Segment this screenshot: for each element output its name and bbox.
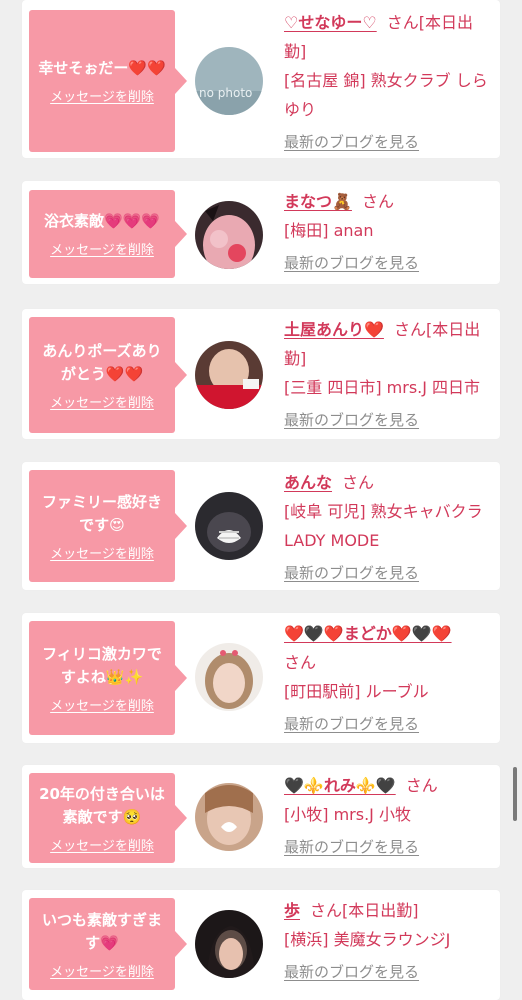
delete-message-link[interactable]: メッセージを削除 bbox=[50, 961, 154, 980]
avatar-photo bbox=[195, 783, 263, 851]
user-info: ❤️🖤❤️まどか❤️🖤❤️ さん [町田駅前] ルーブル 最新のブログを見る bbox=[284, 619, 492, 739]
user-info: ♡せなゆー♡ さん[本日出勤] [名古屋 錦] 熟女クラブ しらゆり 最新のブログ… bbox=[284, 8, 492, 157]
user-info: まなつ🧸 さん [梅田] anan 最新のブログを見る bbox=[284, 187, 492, 278]
honorific: さん bbox=[393, 320, 426, 339]
user-name-link[interactable]: あんな bbox=[284, 473, 332, 492]
list-item: 20年の付き合いは素敵です🥺 メッセージを削除 🖤⚜️れみ⚜️🖤 さん [小牧] … bbox=[22, 765, 500, 868]
blog-link[interactable]: 最新のブログを見る bbox=[284, 559, 419, 588]
honorific: さん bbox=[284, 653, 317, 672]
message-text: いつも素敵すぎます💗 bbox=[41, 910, 162, 952]
user-info: 歩さん[本日出勤] [横浜] 美魔女ラウンジJ 最新のブログを見る bbox=[284, 896, 492, 987]
delete-message-link[interactable]: メッセージを削除 bbox=[50, 239, 154, 258]
message-bubble: 20年の付き合いは素敵です🥺 メッセージを削除 bbox=[29, 773, 187, 863]
message-bubble: 浴衣素敵💗💗💗 メッセージを削除 bbox=[29, 190, 187, 278]
avatar[interactable] bbox=[195, 643, 263, 711]
avatar[interactable] bbox=[195, 910, 263, 978]
user-name-link[interactable]: ♡せなゆー♡ bbox=[284, 13, 377, 32]
no-photo-image: no photo bbox=[195, 47, 263, 115]
user-name-link[interactable]: まなつ🧸 bbox=[284, 192, 352, 211]
message-text: 20年の付き合いは素敵です🥺 bbox=[39, 784, 165, 826]
message-bubble: ファミリー感好きです😍 メッセージを削除 bbox=[29, 470, 187, 582]
avatar-photo bbox=[195, 201, 263, 269]
message-bubble: いつも素敵すぎます💗 メッセージを削除 bbox=[29, 898, 187, 990]
list-item: ファミリー感好きです😍 メッセージを削除 あんな さん [岐阜 可児] 熟女キャバ… bbox=[22, 462, 500, 590]
avatar-photo bbox=[195, 492, 263, 560]
scrollbar[interactable] bbox=[513, 767, 517, 821]
avatar-photo bbox=[195, 910, 263, 978]
avatar[interactable] bbox=[195, 492, 263, 560]
honorific: さん bbox=[405, 776, 438, 795]
honorific: さん bbox=[361, 192, 394, 211]
honorific: さん bbox=[310, 901, 343, 920]
shop-name: [岐阜 可児] 熟女キャバクラ LADY MODE bbox=[284, 502, 483, 550]
blog-link[interactable]: 最新のブログを見る bbox=[284, 249, 419, 278]
avatar[interactable]: no photo bbox=[195, 47, 263, 115]
message-text: 浴衣素敵💗💗💗 bbox=[43, 212, 161, 230]
status-tag: [本日出勤] bbox=[342, 901, 419, 920]
delete-message-link[interactable]: メッセージを削除 bbox=[50, 543, 154, 562]
message-bubble: フィリコ激カワですよね👑✨ メッセージを削除 bbox=[29, 621, 187, 735]
blog-link[interactable]: 最新のブログを見る bbox=[284, 710, 419, 739]
delete-message-link[interactable]: メッセージを削除 bbox=[50, 392, 154, 411]
avatar[interactable] bbox=[195, 341, 263, 409]
delete-message-link[interactable]: メッセージを削除 bbox=[50, 86, 154, 105]
blog-link[interactable]: 最新のブログを見る bbox=[284, 833, 419, 862]
message-text: フィリコ激カワですよね👑✨ bbox=[42, 644, 162, 686]
avatar-photo bbox=[195, 643, 263, 711]
honorific: さん bbox=[342, 473, 375, 492]
blog-link[interactable]: 最新のブログを見る bbox=[284, 958, 419, 987]
blog-link[interactable]: 最新のブログを見る bbox=[284, 128, 419, 157]
list-item: 浴衣素敵💗💗💗 メッセージを削除 まなつ🧸 さん [梅田] anan 最新のブログ… bbox=[22, 181, 500, 284]
user-info: 🖤⚜️れみ⚜️🖤 さん [小牧] mrs.J 小牧 最新のブログを見る bbox=[284, 771, 492, 862]
list-item: 幸せそぉだー❤️❤️ メッセージを削除 no photo ♡せなゆー♡ さん[本日… bbox=[22, 0, 500, 158]
shop-name: [小牧] mrs.J 小牧 bbox=[284, 805, 411, 824]
user-info: 土屋あんり❤️ さん[本日出勤] [三重 四日市] mrs.J 四日市 最新のブロ… bbox=[284, 315, 492, 435]
user-name-link[interactable]: ❤️🖤❤️まどか❤️🖤❤️ bbox=[284, 624, 452, 643]
message-text: 幸せそぉだー❤️❤️ bbox=[38, 59, 166, 77]
user-name-link[interactable]: 土屋あんり❤️ bbox=[284, 320, 384, 339]
delete-message-link[interactable]: メッセージを削除 bbox=[50, 695, 154, 714]
list-item: フィリコ激カワですよね👑✨ メッセージを削除 ❤️🖤❤️まどか❤️🖤❤️ さん … bbox=[22, 613, 500, 743]
shop-name: [横浜] 美魔女ラウンジJ bbox=[284, 930, 451, 949]
avatar-placeholder-text: no photo bbox=[199, 86, 252, 100]
honorific: さん bbox=[386, 13, 419, 32]
shop-name: [町田駅前] ルーブル bbox=[284, 682, 429, 701]
user-name-link[interactable]: 歩 bbox=[284, 901, 300, 920]
message-text: あんりポーズありがとう❤️❤️ bbox=[42, 341, 162, 383]
list-item: いつも素敵すぎます💗 メッセージを削除 歩さん[本日出勤] [横浜] 美魔女ラウ… bbox=[22, 890, 500, 1000]
user-info: あんな さん [岐阜 可児] 熟女キャバクラ LADY MODE 最新のブログを見… bbox=[284, 468, 492, 588]
shop-name: [三重 四日市] mrs.J 四日市 bbox=[284, 378, 481, 397]
blog-link[interactable]: 最新のブログを見る bbox=[284, 406, 419, 435]
message-bubble: あんりポーズありがとう❤️❤️ メッセージを削除 bbox=[29, 317, 187, 433]
avatar[interactable] bbox=[195, 783, 263, 851]
shop-name: [梅田] anan bbox=[284, 221, 374, 240]
delete-message-link[interactable]: メッセージを削除 bbox=[50, 835, 154, 854]
avatar-photo bbox=[195, 341, 263, 409]
user-name-link[interactable]: 🖤⚜️れみ⚜️🖤 bbox=[284, 776, 396, 795]
avatar[interactable] bbox=[195, 201, 263, 269]
message-text: ファミリー感好きです😍 bbox=[41, 492, 162, 534]
shop-name: [名古屋 錦] 熟女クラブ しらゆり bbox=[284, 71, 488, 119]
list-item: あんりポーズありがとう❤️❤️ メッセージを削除 土屋あんり❤️ さん[本日出勤]… bbox=[22, 309, 500, 439]
message-list: 幸せそぉだー❤️❤️ メッセージを削除 no photo ♡せなゆー♡ さん[本日… bbox=[0, 0, 522, 1000]
message-bubble: 幸せそぉだー❤️❤️ メッセージを削除 bbox=[29, 10, 187, 152]
